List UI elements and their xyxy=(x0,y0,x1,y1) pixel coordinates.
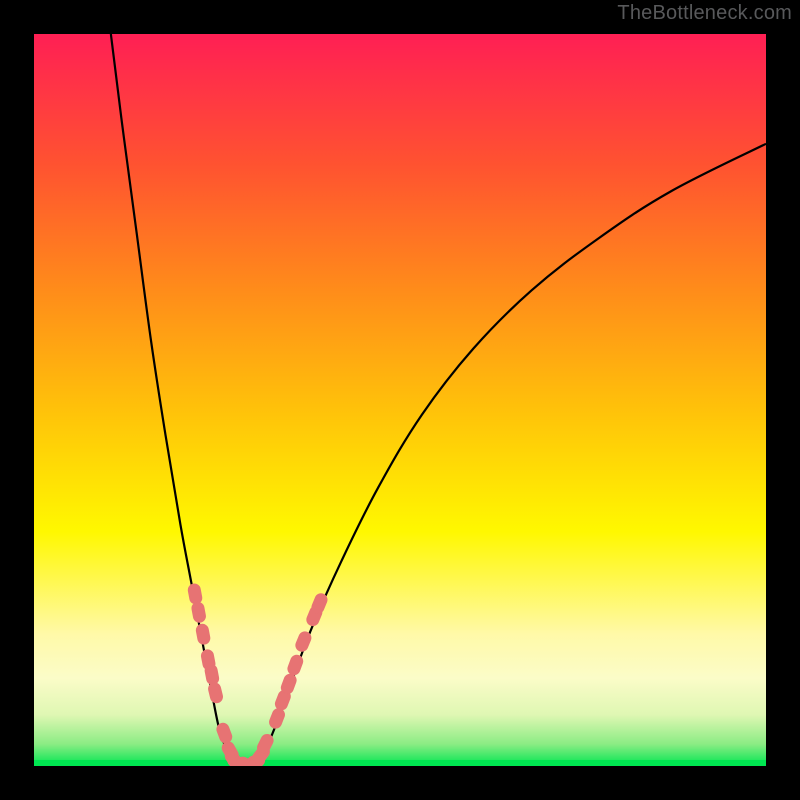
bottleneck-chart xyxy=(34,34,766,766)
plot-area xyxy=(34,34,766,766)
green-baseline-band xyxy=(34,760,766,766)
watermark-text: TheBottleneck.com xyxy=(617,2,792,25)
gradient-background xyxy=(34,34,766,766)
chart-frame: TheBottleneck.com xyxy=(0,0,800,800)
